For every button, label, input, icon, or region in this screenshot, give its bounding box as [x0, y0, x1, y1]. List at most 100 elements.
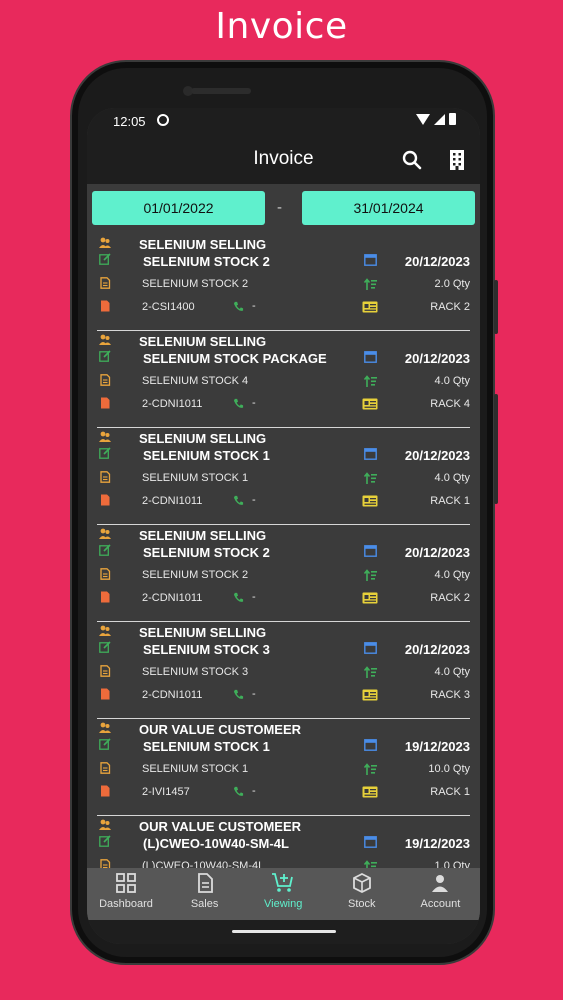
person-icon: [401, 872, 479, 894]
item-name: (L)CWEO-10W40-SM-4L: [142, 860, 265, 868]
invoice-code: 2-CDNI1011: [142, 398, 203, 410]
dashboard-icon: [87, 872, 165, 894]
phone-number: -: [252, 688, 256, 700]
rack-icon: [362, 689, 378, 701]
phone-number: -: [252, 494, 256, 506]
building-icon[interactable]: [447, 149, 467, 171]
invoice-date: 20/12/2023: [404, 545, 470, 560]
quantity: 4.0 Qty: [434, 472, 470, 484]
rack-icon: [362, 495, 378, 507]
phone-number: -: [252, 300, 256, 312]
quantity: 2.0 Qty: [434, 278, 470, 290]
stock-name: SELENIUM STOCK 1: [143, 739, 270, 754]
document-icon: [166, 872, 244, 894]
rack-icon: [362, 592, 378, 604]
nav-label: Viewing: [264, 898, 303, 910]
cart-add-icon: [244, 872, 322, 894]
quantity-icon: [364, 763, 377, 775]
phone-icon: [233, 495, 244, 505]
stock-name: SELENIUM STOCK PACKAGE: [143, 351, 327, 366]
document-icon: [100, 762, 111, 774]
rack-icon: [362, 301, 378, 313]
customer-icon: [99, 625, 111, 636]
stock-name: SELENIUM STOCK 2: [143, 545, 270, 560]
calendar-icon: [364, 739, 377, 751]
quantity: 4.0 Qty: [434, 569, 470, 581]
item-name: SELENIUM STOCK 1: [142, 763, 249, 775]
edit-icon: [99, 447, 111, 459]
stock-name: (L)CWEO-10W40-SM-4L: [143, 836, 289, 851]
customer-name: SELENIUM SELLING: [139, 237, 267, 252]
phone-number: -: [252, 785, 256, 797]
rack-label: RACK 2: [430, 592, 470, 604]
promo-title: Invoice: [215, 6, 348, 47]
customer-name: SELENIUM SELLING: [139, 625, 267, 640]
quantity-icon: [364, 569, 377, 581]
phone-icon: [233, 592, 244, 602]
invoice-card[interactable]: SELENIUM SELLING SELENIUM STOCK PACKAGE …: [97, 331, 470, 428]
customer-icon: [99, 722, 111, 733]
nav-item-viewing[interactable]: Viewing: [244, 872, 322, 910]
file-icon: [101, 397, 110, 409]
phone-icon: [233, 301, 244, 311]
to-date-button[interactable]: 31/01/2024: [302, 191, 475, 225]
calendar-icon: [364, 836, 377, 848]
item-name: SELENIUM STOCK 4: [142, 375, 249, 387]
quantity-icon: [364, 860, 377, 868]
calendar-icon: [364, 545, 377, 557]
from-date-button[interactable]: 01/01/2022: [92, 191, 265, 225]
nav-item-sales[interactable]: Sales: [166, 872, 244, 910]
item-name: SELENIUM STOCK 2: [142, 278, 249, 290]
customer-name: OUR VALUE CUSTOMEER: [139, 722, 302, 737]
speaker-grille: [191, 88, 251, 94]
document-icon: [100, 665, 111, 677]
search-icon[interactable]: [402, 150, 422, 170]
nav-label: Dashboard: [99, 898, 153, 910]
rack-label: RACK 1: [430, 786, 470, 798]
invoice-date: 19/12/2023: [404, 836, 470, 851]
status-time: 12:05: [113, 114, 146, 129]
customer-name: OUR VALUE CUSTOMEER: [139, 819, 302, 834]
quantity: 1.0 Qty: [434, 860, 470, 868]
date-range-filter: 01/01/2022 - 31/01/2024: [87, 184, 480, 234]
nav-label: Account: [420, 898, 461, 910]
nav-item-dashboard[interactable]: Dashboard: [87, 872, 165, 910]
quantity: 4.0 Qty: [434, 375, 470, 387]
customer-icon: [99, 431, 111, 442]
status-bar: 12:05: [87, 108, 480, 136]
quantity-icon: [364, 472, 377, 484]
invoice-card[interactable]: SELENIUM SELLING SELENIUM STOCK 2 SELENI…: [97, 525, 470, 622]
document-icon: [100, 568, 111, 580]
invoice-card[interactable]: SELENIUM SELLING SELENIUM STOCK 3 SELENI…: [97, 622, 470, 719]
gesture-bar: [87, 920, 480, 944]
date-separator: -: [277, 199, 282, 216]
document-icon: [100, 374, 111, 386]
phone-number: -: [252, 591, 256, 603]
nav-item-stock[interactable]: Stock: [323, 872, 401, 910]
invoice-card[interactable]: SELENIUM SELLING SELENIUM STOCK 2 SELENI…: [97, 234, 470, 331]
rack-icon: [362, 786, 378, 798]
rack-icon: [362, 398, 378, 410]
cube-icon: [323, 872, 401, 894]
rack-label: RACK 3: [430, 689, 470, 701]
app-screen: 12:05 Invoice 01/01/2022 - 31/01/2024 SE…: [87, 108, 480, 944]
home-indicator[interactable]: [232, 930, 336, 933]
calendar-icon: [364, 351, 377, 363]
invoice-code: 2-CSI1400: [142, 301, 195, 313]
quantity-icon: [364, 666, 377, 678]
invoice-card[interactable]: SELENIUM SELLING SELENIUM STOCK 1 SELENI…: [97, 428, 470, 525]
power-button: [494, 280, 498, 334]
invoice-card[interactable]: OUR VALUE CUSTOMEER (L)CWEO-10W40-SM-4L …: [97, 816, 470, 868]
document-icon: [100, 277, 111, 289]
item-name: SELENIUM STOCK 1: [142, 472, 249, 484]
phone-icon: [233, 689, 244, 699]
file-icon: [101, 688, 110, 700]
nav-item-account[interactable]: Account: [401, 872, 479, 910]
invoice-date: 20/12/2023: [404, 448, 470, 463]
customer-icon: [99, 819, 111, 830]
stock-name: SELENIUM STOCK 1: [143, 448, 270, 463]
invoice-card[interactable]: OUR VALUE CUSTOMEER SELENIUM STOCK 1 SEL…: [97, 719, 470, 816]
invoice-list[interactable]: SELENIUM SELLING SELENIUM STOCK 2 SELENI…: [87, 234, 480, 868]
volume-button: [494, 394, 498, 504]
phone-number: -: [252, 397, 256, 409]
